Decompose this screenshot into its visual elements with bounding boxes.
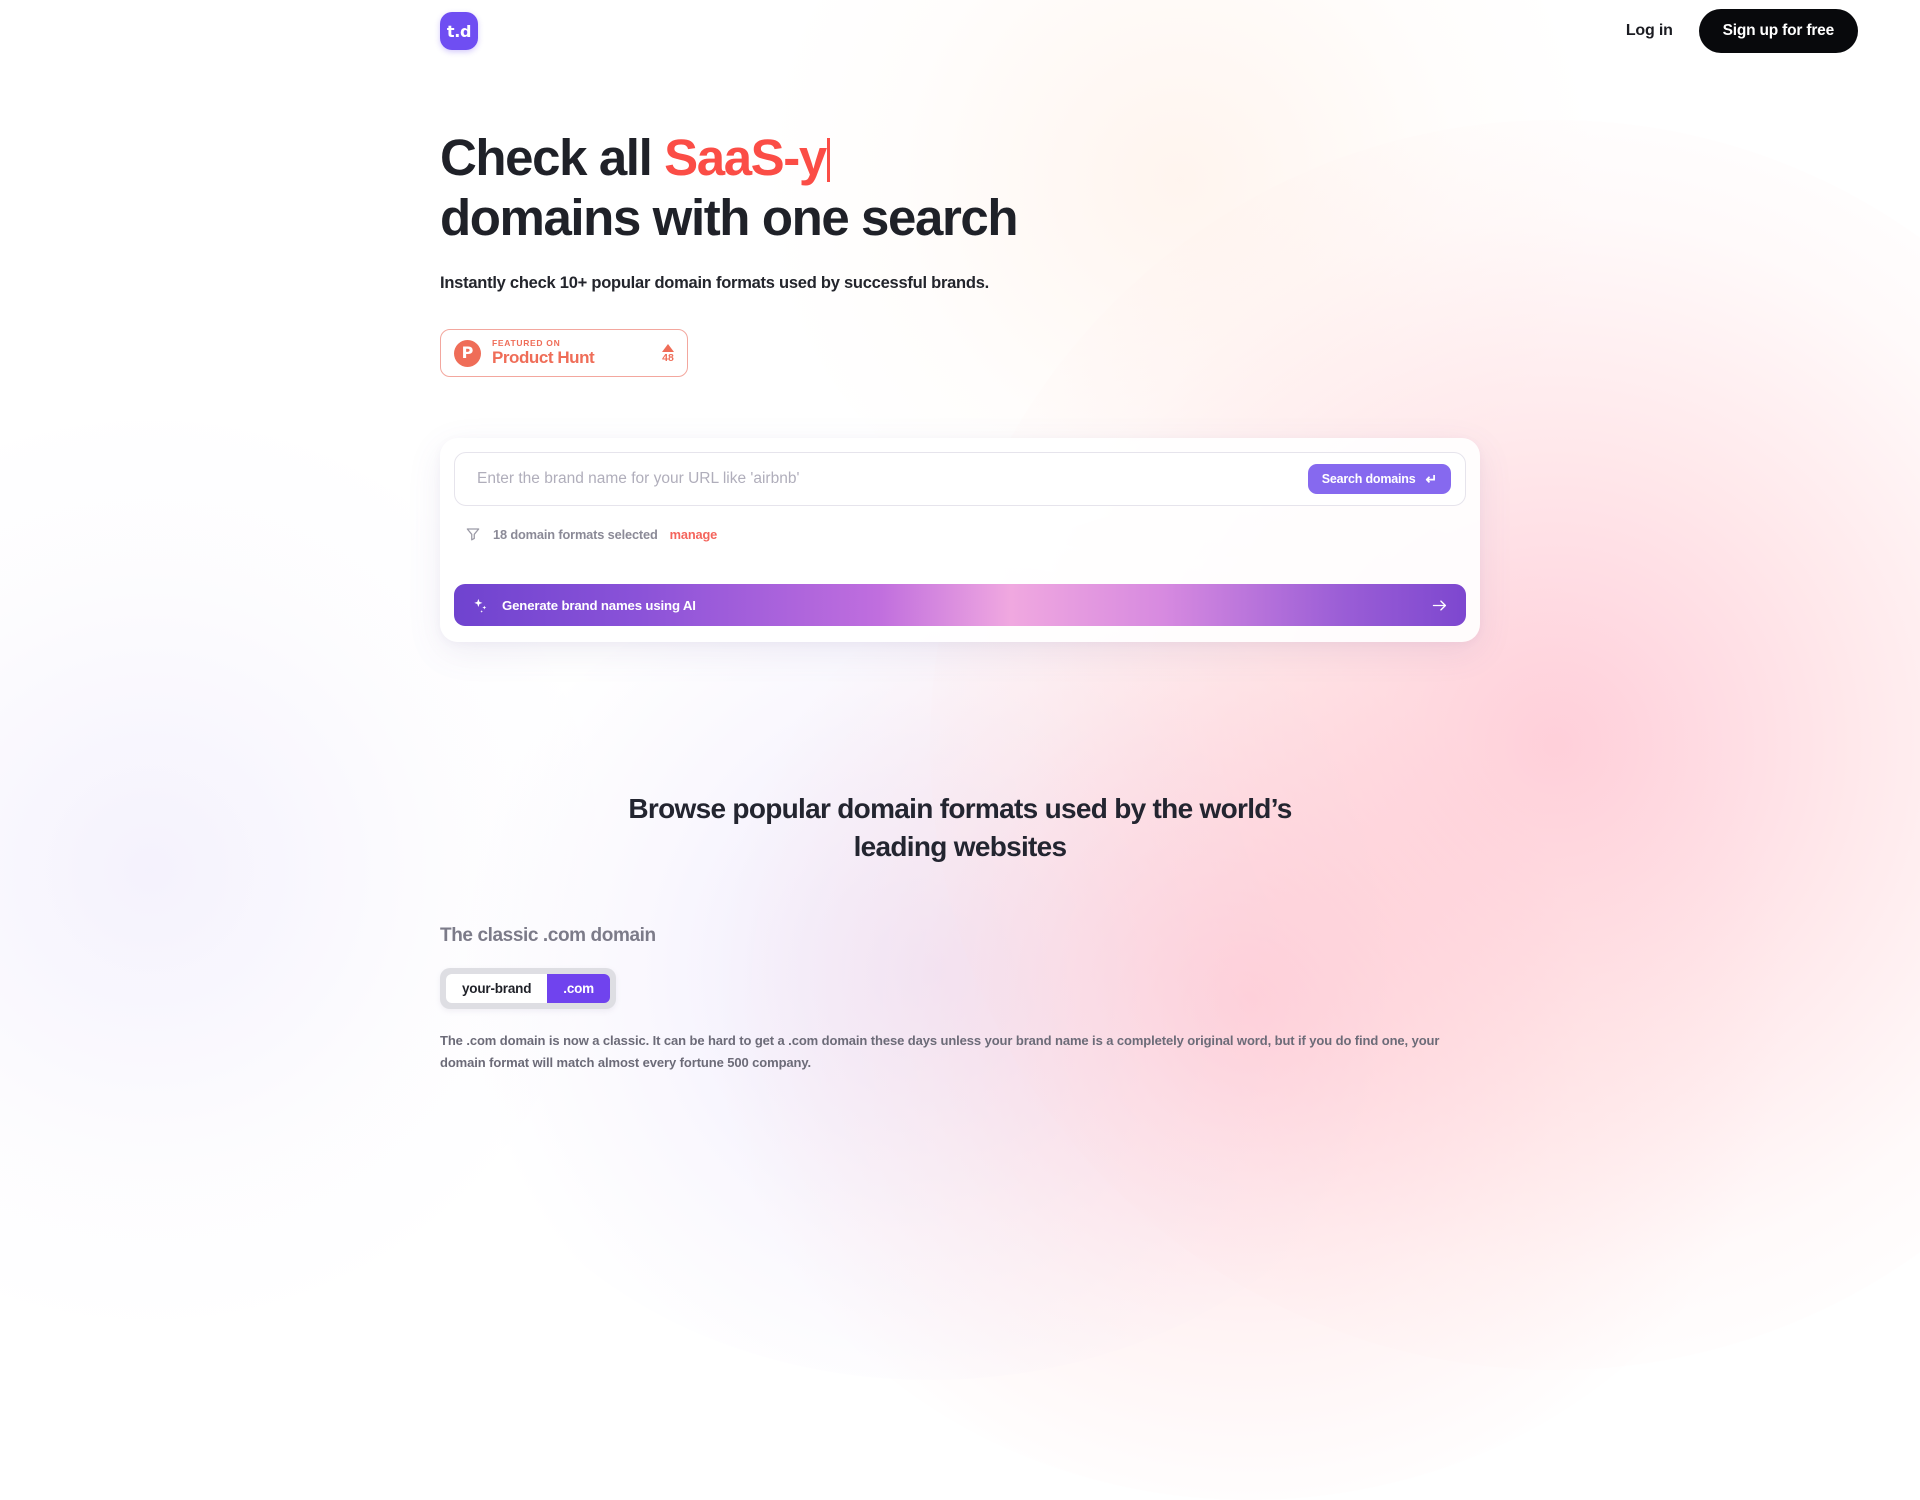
domain-format-chip[interactable]: your-brand .com [440,968,616,1009]
page-header: t.d Log in Sign up for free [0,0,1920,62]
login-link[interactable]: Log in [1626,22,1673,40]
manage-formats-link[interactable]: manage [670,527,718,542]
browse-section-title: Browse popular domain formats used by th… [440,790,1480,865]
format-title: The classic .com domain [440,925,656,946]
generate-brand-names-button[interactable]: Generate brand names using AI [454,584,1466,626]
product-hunt-icon: P [454,339,481,367]
upvote-triangle-icon [662,343,674,352]
app-logo[interactable]: t.d [440,12,478,50]
filter-row: 18 domain formats selected manage [454,506,1466,542]
browse-title-line-2: leading websites [853,830,1068,862]
signup-button[interactable]: Sign up for free [1698,9,1858,53]
product-hunt-logo-letter: P [461,343,474,363]
header-actions: Log in Sign up for free [1626,9,1858,53]
search-card: Search domains ↵ 18 domain formats selec… [440,438,1480,642]
product-hunt-upvote-count: 48 [662,351,674,364]
chip-brand-part: your-brand [446,974,548,1003]
page-title: Check all SaaS-y domains with one search [440,128,1019,248]
generate-brand-names-label: Generate brand names using AI [502,597,696,613]
product-hunt-upvote: 48 [662,343,674,364]
filter-icon [466,528,480,541]
chip-tld-part: .com [547,974,610,1003]
browse-title-line-1: Browse popular domain formats used by th… [628,793,1292,824]
format-description: The .com domain is now a classic. It can… [440,1033,1440,1071]
hero-subtitle: Instantly check 10+ popular domain forma… [440,274,989,293]
search-domains-button[interactable]: Search domains ↵ [1307,464,1451,494]
arrow-right-icon [1432,599,1447,611]
headline-accent-word: SaaS-y [664,129,827,186]
typing-caret [826,138,830,182]
enter-key-icon: ↵ [1425,471,1437,487]
search-input[interactable] [477,470,1308,488]
product-hunt-featured-label: FEATURED ON [492,337,561,348]
product-hunt-name: Product Hunt [492,348,595,368]
app-logo-text: t.d [446,21,472,41]
product-hunt-badge[interactable]: P FEATURED ON Product Hunt 48 [440,329,688,378]
hero-section: Check all SaaS-y domains with one search… [440,128,1019,378]
search-input-row: Search domains ↵ [454,452,1466,506]
product-hunt-text: FEATURED ON Product Hunt [492,337,651,368]
selected-formats-label: 18 domain formats selected [493,526,658,542]
search-domains-label: Search domains [1321,472,1416,486]
headline-static: Check all [440,129,665,186]
headline-line-2: domains with one search [440,189,1019,247]
sparkles-icon [474,598,487,613]
